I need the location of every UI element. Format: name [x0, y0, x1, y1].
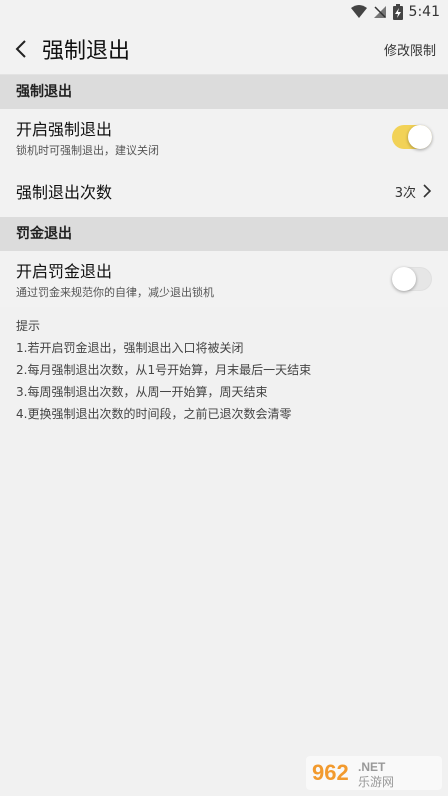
back-button[interactable] — [0, 39, 42, 59]
force-exit-count-label: 强制退出次数 — [16, 183, 113, 202]
svg-text:.NET: .NET — [358, 760, 386, 774]
force-exit-count-row[interactable]: 强制退出次数 3次 — [0, 165, 448, 217]
battery-charging-icon — [392, 4, 403, 20]
toggle-knob — [408, 125, 432, 149]
svg-text:962: 962 — [312, 760, 349, 785]
chevron-right-icon — [423, 184, 432, 198]
tip-item: 2.每月强制退出次数，从1号开始算，月末最后一天结束 — [16, 363, 312, 377]
wifi-icon — [350, 5, 367, 19]
tips-title: 提示 — [16, 319, 41, 333]
tip-item: 1.若开启罚金退出，强制退出入口将被关闭 — [16, 341, 244, 355]
modify-limit-button[interactable]: 修改限制 — [384, 40, 448, 59]
penalty-exit-toggle-subtitle: 通过罚金来规范你的自律，减少退出锁机 — [16, 286, 214, 299]
back-arrow-icon — [15, 40, 26, 58]
force-exit-count-text: 3次 — [394, 185, 416, 201]
penalty-exit-toggle[interactable] — [392, 267, 432, 291]
status-bar: 5:41 — [0, 0, 448, 24]
tip-item: 4.更换强制退出次数的时间段，之前已退次数会清零 — [16, 407, 292, 421]
force-exit-toggle-label: 开启强制退出 — [16, 120, 113, 139]
tip-item: 3.每周强制退出次数，从周一开始算，周天结束 — [16, 385, 268, 399]
force-exit-toggle[interactable] — [392, 125, 432, 149]
svg-text:乐游网: 乐游网 — [358, 775, 394, 789]
toggle-knob — [392, 267, 416, 291]
penalty-exit-toggle-row[interactable]: 开启罚金退出 通过罚金来规范你的自律，减少退出锁机 — [0, 251, 448, 307]
force-exit-toggle-row[interactable]: 开启强制退出 锁机时可强制退出，建议关闭 — [0, 109, 448, 165]
penalty-exit-toggle-label: 开启罚金退出 — [16, 262, 113, 281]
force-exit-toggle-subtitle: 锁机时可强制退出，建议关闭 — [16, 144, 159, 157]
no-sim-icon — [373, 5, 387, 19]
section-header-force-exit: 强制退出 — [0, 75, 448, 109]
section-header-penalty-exit: 罚金退出 — [0, 217, 448, 251]
status-time: 5:41 — [408, 4, 440, 20]
page-title: 强制退出 — [42, 39, 131, 64]
force-exit-count-value[interactable]: 3次 — [395, 182, 432, 201]
app-bar: 强制退出 修改限制 — [0, 24, 448, 75]
watermark-logo: 962 .NET 乐游网 — [306, 756, 442, 790]
tips-section: 提示 1.若开启罚金退出，强制退出入口将被关闭 2.每月强制退出次数，从1号开始… — [0, 307, 448, 433]
